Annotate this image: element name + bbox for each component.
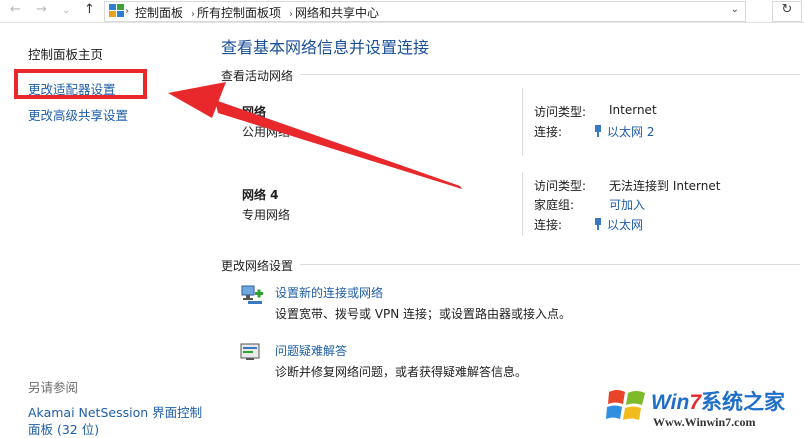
watermark: Win7系统之家 Www.Winwin7.com — [605, 380, 801, 434]
active-networks-heading: 查看活动网络 — [221, 69, 294, 83]
network1-connection-label: 连接: — [534, 125, 563, 139]
setup-connection-link[interactable]: 设置新的连接或网络 — [275, 284, 383, 301]
windows-logo-icon — [606, 390, 645, 420]
address-box[interactable]: › 控制面板 › 所有控制面板项 › 网络和共享中心 ⌄ — [104, 1, 746, 22]
address-bar: ← → ⌄ ↑ › 控制面板 › 所有控制面板项 › 网络和共享中心 ⌄ ↻ — [0, 0, 804, 23]
divider — [300, 264, 800, 265]
sidebar-item-akamai-cont[interactable]: 面板 (32 位) — [28, 419, 99, 438]
setup-connection-description: 设置宽带、拨号或 VPN 连接；或设置路由器或接入点。 — [275, 307, 572, 321]
annotation-highlight-box — [14, 69, 147, 99]
network1-access-value: Internet — [609, 103, 657, 117]
change-settings-heading: 更改网络设置 — [221, 259, 294, 273]
chevron-down-icon[interactable]: ⌄ — [731, 4, 739, 15]
network2-access-value: 无法连接到 Internet — [609, 179, 721, 193]
chevron-right-icon: › — [125, 6, 129, 17]
chevron-right-icon[interactable]: › — [191, 9, 195, 20]
chevron-right-icon[interactable]: › — [289, 9, 293, 20]
page-title: 查看基本网络信息并设置连接 — [221, 38, 430, 57]
breadcrumb-control-panel[interactable]: 控制面板 — [135, 6, 183, 20]
divider — [522, 172, 523, 236]
divider — [522, 88, 523, 156]
see-also-heading: 另请参阅 — [28, 380, 79, 395]
watermark-brand: Win7系统之家 — [651, 391, 785, 414]
network2-connection-value: 以太网 — [607, 218, 644, 232]
back-icon[interactable]: ← — [10, 2, 21, 17]
troubleshoot-description: 诊断并修复网络问题，或者获得疑难解答信息。 — [275, 365, 528, 379]
sidebar-item-sharing-settings[interactable]: 更改高级共享设置 — [28, 105, 128, 124]
network1-connection-value: 以太网 2 — [607, 125, 655, 139]
watermark-url: Www.Winwin7.com — [653, 415, 756, 429]
network2-connection-label: 连接: — [534, 218, 563, 232]
ethernet-icon — [595, 125, 601, 137]
network1-connection-link[interactable]: 以太网 2 — [594, 123, 654, 140]
network2-connection-link[interactable]: 以太网 — [594, 216, 643, 233]
network1-name: 网络 — [242, 105, 267, 119]
network1-access-label: 访问类型: — [534, 105, 587, 119]
recent-locations-icon[interactable]: ⌄ — [62, 5, 70, 16]
troubleshoot-link[interactable]: 问题疑难解答 — [275, 342, 347, 359]
network2-type: 专用网络 — [242, 208, 291, 222]
breadcrumb-network-center[interactable]: 网络和共享中心 — [295, 6, 379, 20]
network1-type: 公用网络 — [242, 125, 291, 139]
refresh-button[interactable]: ↻ — [772, 1, 802, 22]
control-panel-icon — [109, 4, 124, 17]
sidebar-item-home[interactable]: 控制面板主页 — [28, 44, 103, 63]
up-icon[interactable]: ↑ — [84, 2, 95, 17]
new-connection-icon[interactable] — [240, 284, 264, 306]
forward-icon[interactable]: → — [36, 2, 47, 17]
network2-name: 网络 4 — [242, 188, 279, 202]
ethernet-icon — [595, 218, 601, 230]
troubleshoot-icon[interactable] — [240, 342, 262, 362]
network2-homegroup-link[interactable]: 可加入 — [609, 196, 645, 213]
network2-access-label: 访问类型: — [534, 179, 587, 193]
network2-homegroup-label: 家庭组: — [534, 198, 575, 212]
breadcrumb-all-items[interactable]: 所有控制面板项 — [197, 6, 281, 20]
breadcrumb: 控制面板 › 所有控制面板项 › 网络和共享中心 — [135, 4, 381, 21]
refresh-icon: ↻ — [781, 2, 793, 17]
divider — [300, 74, 800, 75]
